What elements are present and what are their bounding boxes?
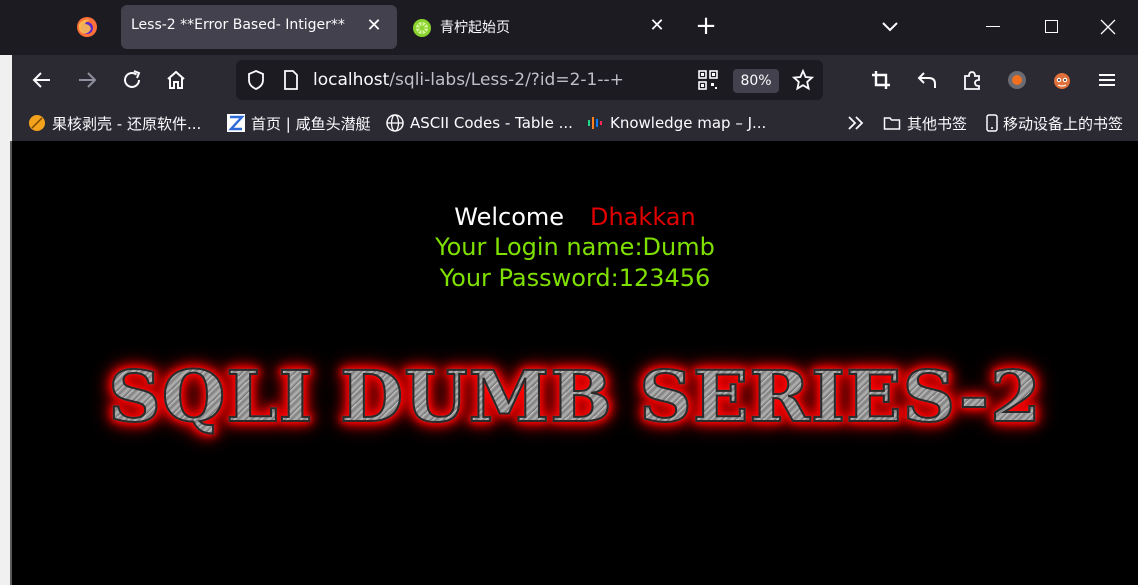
tab-title: 青柠起始页 [440, 20, 510, 36]
other-bookmarks-folder[interactable]: 其他书签 [883, 113, 967, 133]
url-host: localhost [313, 70, 390, 90]
close-tab-icon[interactable]: ✕ [648, 17, 666, 35]
tampermonkey-icon[interactable] [1051, 69, 1073, 91]
bookmark-label: 果核剥壳 - 还原软件... [52, 114, 202, 133]
mobile-bookmarks-label: 移动设备上的书签 [1003, 114, 1124, 133]
extensions-puzzle-icon[interactable] [961, 69, 983, 91]
page-icon[interactable] [280, 69, 302, 91]
maximize-icon[interactable] [1045, 20, 1058, 33]
url-text[interactable]: localhost/sqli-labs/Less-2/?id=2-1--+ [313, 70, 624, 90]
welcome-text: Welcome [454, 203, 565, 231]
chevron-down-icon[interactable] [880, 18, 900, 36]
new-tab-plus-icon[interactable]: + [694, 13, 718, 39]
bookmark-knowledge-map[interactable]: Knowledge map – J... [586, 113, 766, 133]
lemon-icon [413, 19, 431, 37]
bookmark-xianyu[interactable]: 首页 | 咸鱼头潜艇 [227, 113, 371, 133]
password-text: Your Password:123456 [439, 264, 711, 292]
forward-arrow-icon[interactable] [76, 69, 98, 91]
crop-screenshot-icon[interactable] [870, 69, 892, 91]
login-name-text: Your Login name:Dumb [435, 233, 715, 261]
reload-icon[interactable] [121, 69, 143, 91]
folder-icon [883, 117, 901, 130]
qr-code-icon[interactable] [697, 69, 719, 91]
back-arrow-icon[interactable] [31, 69, 53, 91]
zoom-level-badge[interactable]: 80% [733, 69, 779, 93]
tab-less-2[interactable]: Less-2 **Error Based- Intiger** ✕ [121, 5, 397, 49]
bars-icon [588, 117, 602, 129]
tab-strip: Less-2 **Error Based- Intiger** ✕ 青柠起始页 … [0, 0, 1138, 55]
undo-arrow-icon[interactable] [916, 69, 938, 91]
navigation-toolbar: localhost/sqli-labs/Less-2/?id=2-1--+ 80… [0, 55, 1138, 105]
z-logo-icon [227, 114, 245, 132]
web-page-content: Welcome Dhakkan Your Login name:Dumb Your… [12, 141, 1138, 585]
bookmark-guohe[interactable]: 果核剥壳 - 还原软件... [28, 113, 201, 133]
mobile-device-icon [986, 114, 998, 132]
mobile-bookmarks-folder[interactable]: 移动设备上的书签 [983, 113, 1123, 133]
star-bookmark-icon[interactable] [792, 69, 814, 91]
orange-slice-icon [29, 115, 45, 131]
tab-qingning[interactable]: 青柠起始页 ✕ [400, 5, 680, 49]
bookmarks-toolbar: 果核剥壳 - 还原软件... 首页 | 咸鱼头潜艇 ASCII Codes - … [0, 105, 1138, 141]
username-highlight: Dhakkan [590, 203, 696, 231]
window-close-icon[interactable] [1099, 18, 1117, 36]
double-chevron-icon[interactable] [847, 115, 865, 131]
home-icon[interactable] [165, 69, 187, 91]
sqli-dumb-series-banner: SQLI DUMB SERIES-2 [60, 356, 1090, 438]
url-bar[interactable]: localhost/sqli-labs/Less-2/?id=2-1--+ 80… [236, 60, 823, 100]
bookmark-label: ASCII Codes - Table ... [410, 114, 573, 132]
globe-icon [386, 114, 404, 132]
bookmark-ascii[interactable]: ASCII Codes - Table ... [386, 113, 573, 133]
welcome-line: Welcome Dhakkan [12, 203, 1138, 231]
extension-circle-icon[interactable] [1006, 69, 1028, 91]
close-tab-icon[interactable]: ✕ [365, 17, 383, 35]
tab-title: Less-2 **Error Based- Intiger** [131, 17, 345, 33]
hamburger-menu-icon[interactable] [1096, 69, 1118, 91]
firefox-icon[interactable] [76, 16, 98, 38]
bookmark-label: Knowledge map – J... [610, 114, 767, 132]
shield-icon[interactable] [245, 69, 267, 91]
minimize-icon[interactable] [986, 26, 1000, 27]
bookmark-label: 首页 | 咸鱼头潜艇 [251, 114, 371, 133]
url-path: /sqli-labs/Less-2/?id=2-1--+ [389, 70, 624, 90]
other-bookmarks-label: 其他书签 [907, 114, 968, 133]
